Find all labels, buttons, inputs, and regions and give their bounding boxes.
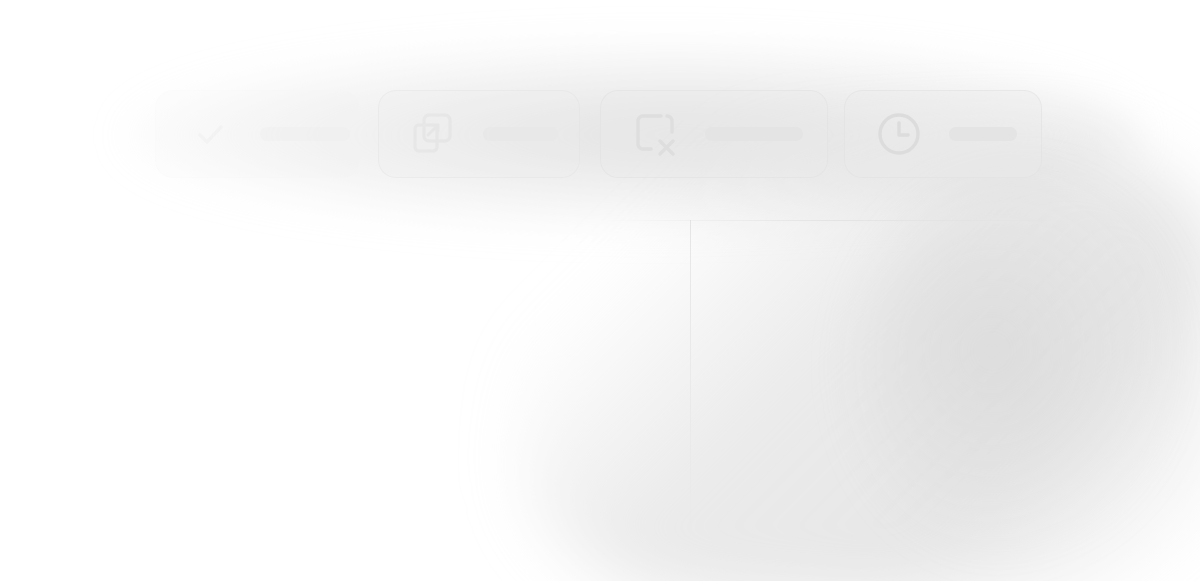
copy-icon: [409, 110, 457, 158]
toolbar-item-copy[interactable]: [378, 90, 580, 178]
toolbar-item-check[interactable]: [155, 90, 360, 178]
toolbar-item-label-placeholder: [483, 127, 558, 141]
toolbar-item-clear-selection[interactable]: [600, 90, 828, 178]
toolbar: [0, 0, 1200, 581]
toolbar-item-label-placeholder: [705, 127, 803, 141]
clear-selection-icon: [631, 110, 679, 158]
toolbar-item-label-placeholder: [949, 127, 1017, 141]
clock-icon: [875, 110, 923, 158]
app-canvas: [0, 0, 1200, 581]
toolbar-item-history[interactable]: [844, 90, 1042, 178]
check-icon: [186, 110, 234, 158]
toolbar-item-label-placeholder: [260, 127, 350, 141]
